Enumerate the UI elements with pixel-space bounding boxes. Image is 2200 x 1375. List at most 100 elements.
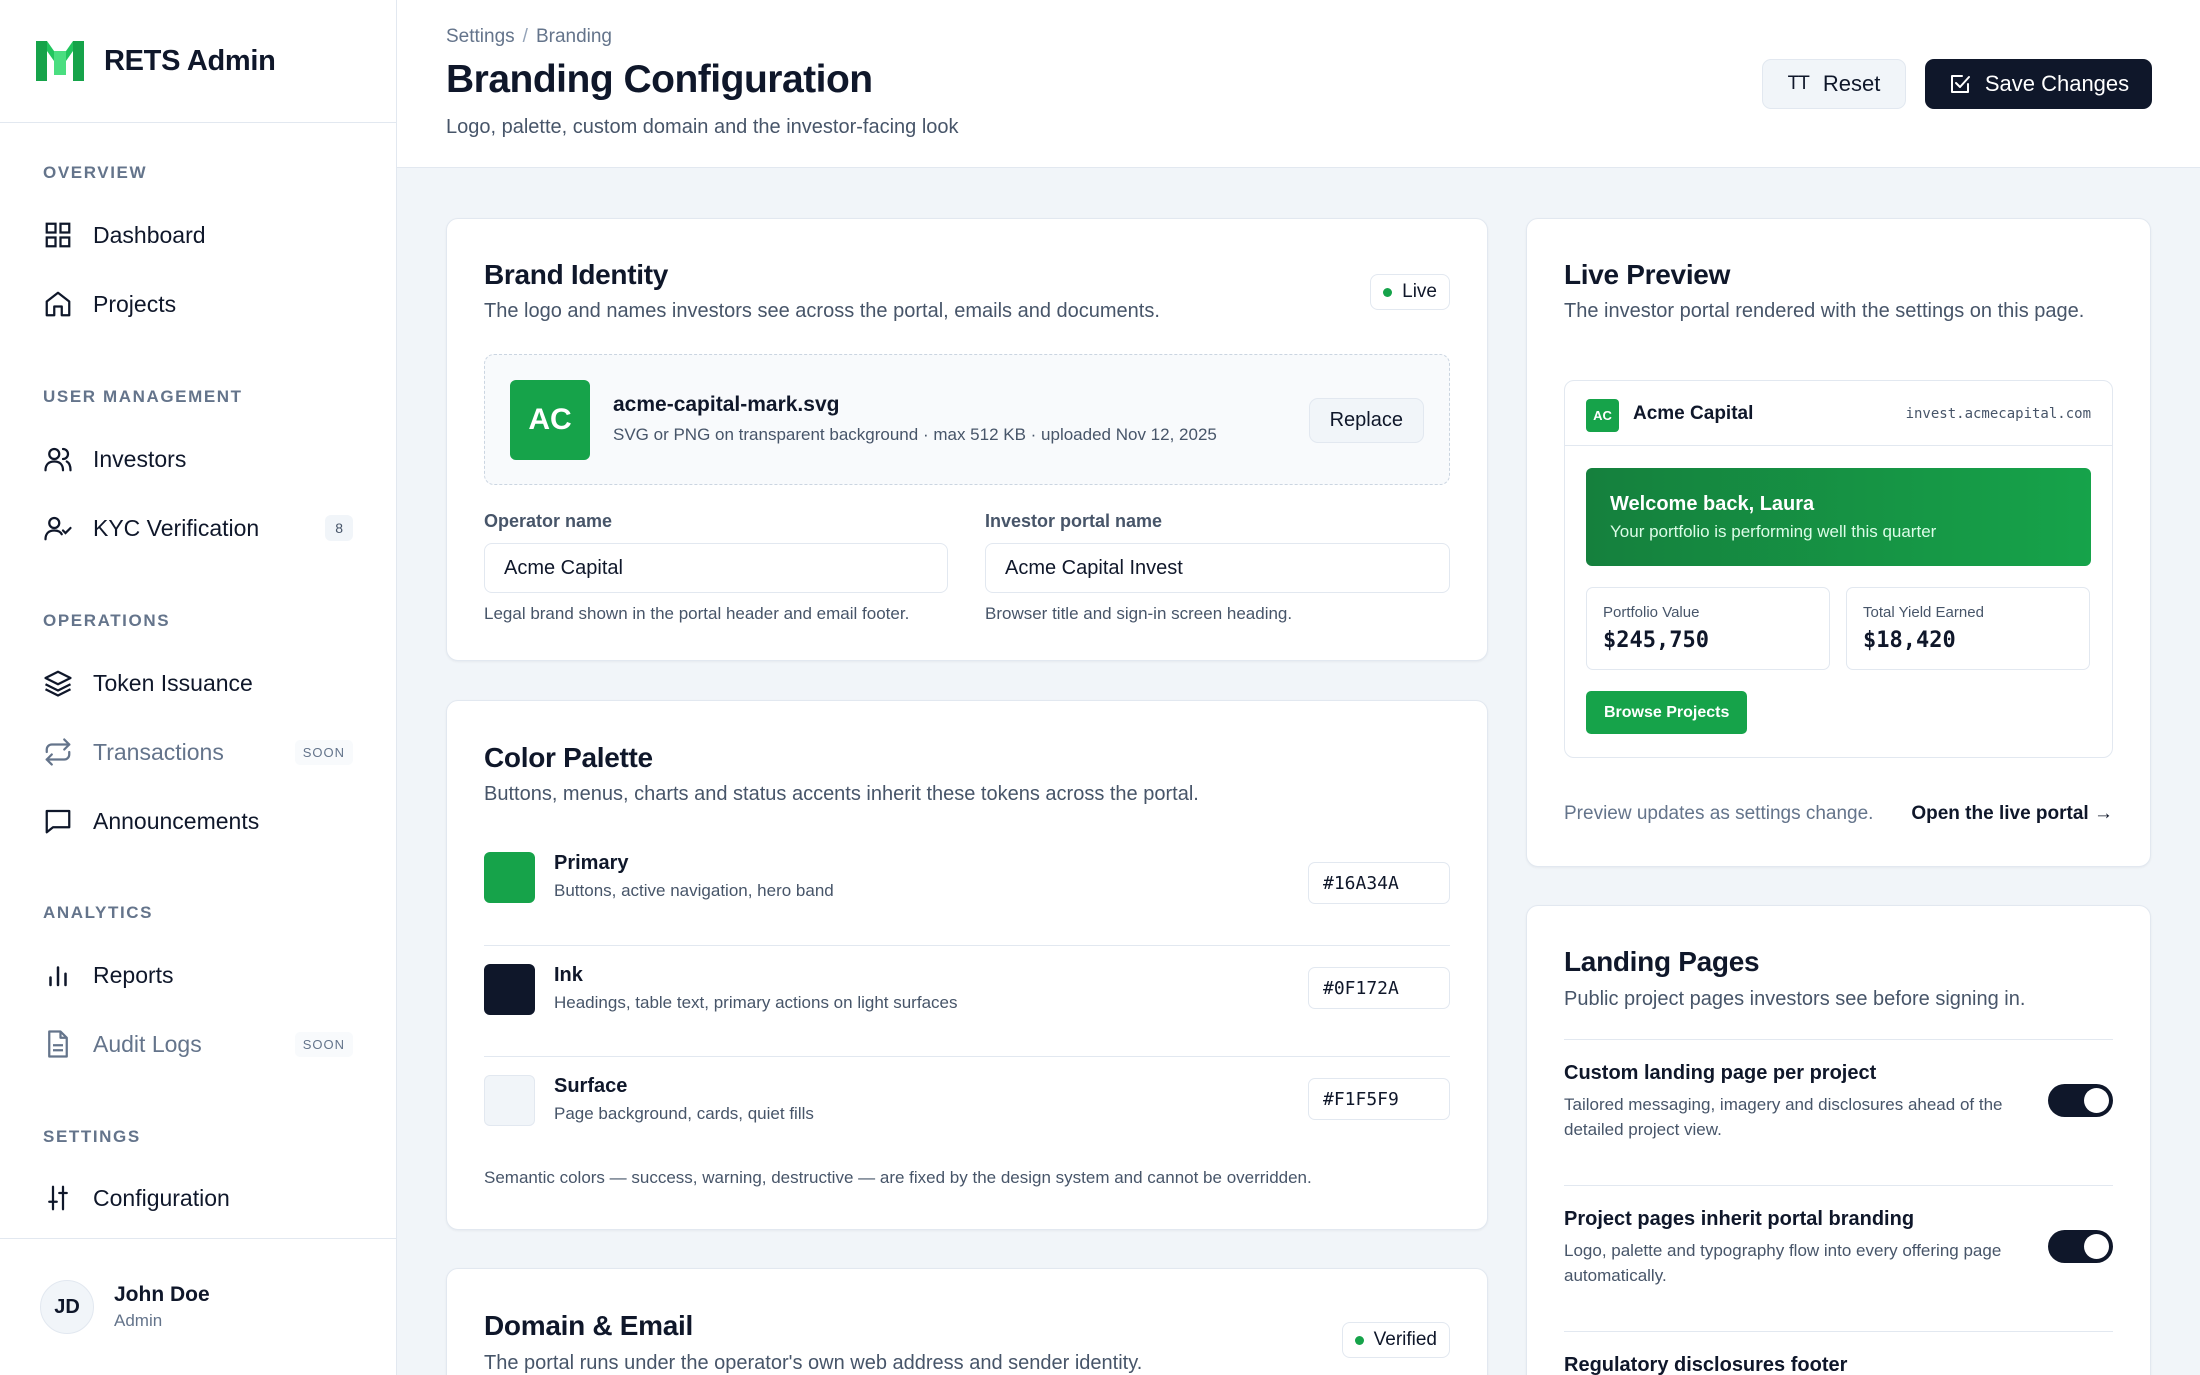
kyc-count-badge: 8 <box>325 515 353 541</box>
stat-label: Total Yield Earned <box>1863 604 1984 621</box>
save-changes-button[interactable]: Save Changes <box>1925 59 2152 109</box>
live-dot-icon <box>1383 287 1393 297</box>
option-title: Project pages inherit portal branding <box>1564 1208 1915 1230</box>
color-row-primary: Primary Buttons, active navigation, hero… <box>484 824 1450 934</box>
sliders-icon <box>48 1185 68 1211</box>
page-header: Settings / Branding Branding Configuration… <box>397 0 2200 168</box>
sidebar-item-label: KYC Verification <box>93 514 260 541</box>
sidebar-item-dashboard[interactable]: Dashboard <box>43 207 353 263</box>
breadcrumb-settings[interactable]: Settings <box>446 26 515 47</box>
color-name: Ink <box>554 964 583 986</box>
sidebar-item-token-issuance[interactable]: Token Issuance <box>43 655 353 711</box>
sidebar-item-transactions[interactable]: Transactions SOON <box>43 724 353 780</box>
preview-stat-yield: Total Yield Earned $18,420 <box>1846 587 2090 670</box>
sidebar-item-investors[interactable]: Investors <box>43 431 353 487</box>
user-check-icon <box>44 516 72 541</box>
hex-input-ink[interactable]: #0F172A <box>1308 967 1450 1009</box>
landing-option-custom-page: Custom landing page per project Tailored… <box>1564 1039 2113 1185</box>
preview-footer-note: Preview updates as settings change. <box>1564 803 1874 824</box>
sidebar-item-label: Reports <box>93 961 174 988</box>
operator-name-input[interactable]: Acme Capital <box>484 543 948 593</box>
nav-section-operations: OPERATIONS <box>43 611 171 630</box>
stat-label: Portfolio Value <box>1603 604 1700 621</box>
brand-header[interactable]: RETS Admin <box>0 0 396 123</box>
preview-hero-band: Welcome back, Laura Your portfolio is pe… <box>1586 468 2091 566</box>
sidebar-item-audit-logs[interactable]: Audit Logs SOON <box>43 1016 353 1072</box>
portal-name-input[interactable]: Acme Capital Invest <box>985 543 1450 593</box>
preview-hero-title: Welcome back, Laura <box>1610 493 1815 515</box>
preview-browse-button: Browse Projects <box>1586 691 1748 734</box>
status-label: Live <box>1402 281 1437 302</box>
check-square-icon <box>1950 75 1970 93</box>
operator-name-label: Operator name <box>484 511 613 531</box>
color-name: Surface <box>554 1075 628 1097</box>
card-description: The investor portal rendered with the se… <box>1564 300 2085 322</box>
home-icon <box>45 291 71 317</box>
sidebar-item-announcements[interactable]: Announcements <box>43 793 353 849</box>
inherit-branding-toggle[interactable] <box>2048 1230 2113 1263</box>
portal-name-label: Investor portal name <box>985 511 1163 531</box>
hex-input-surface[interactable]: #F1F5F9 <box>1308 1078 1450 1120</box>
color-row-ink: Ink Headings, table text, primary action… <box>484 945 1450 1055</box>
operator-name-hint: Legal brand shown in the portal header a… <box>484 604 910 623</box>
sidebar-item-configuration[interactable]: Configuration <box>43 1170 353 1226</box>
logo-preview: AC <box>510 380 590 460</box>
color-row-surface: Surface Page background, cards, quiet fi… <box>484 1056 1450 1166</box>
nav-section-analytics: ANALYTICS <box>43 903 154 922</box>
toggle-knob <box>2084 1234 2109 1259</box>
sidebar-item-projects[interactable]: Projects <box>43 276 353 332</box>
repeat-icon <box>45 738 71 766</box>
open-live-portal-link[interactable]: Open the live portal → <box>1911 803 2113 825</box>
breadcrumb-separator: / <box>522 26 528 47</box>
page-subtitle: Logo, palette, custom domain and the inv… <box>446 116 959 138</box>
preview-header: AC Acme Capital invest.acmecapital.com <box>1565 381 2112 446</box>
option-title: Regulatory disclosures footer <box>1564 1354 1848 1375</box>
custom-landing-toggle[interactable] <box>2048 1084 2113 1117</box>
color-swatch-surface[interactable] <box>484 1075 535 1126</box>
sidebar-item-kyc-verification[interactable]: KYC Verification 8 <box>43 500 353 556</box>
status-badge: Live <box>1370 274 1450 310</box>
landing-option-inherit-branding: Project pages inherit portal branding Lo… <box>1564 1185 2113 1331</box>
sidebar: RETS Admin OVERVIEW Dashboard Projects U… <box>0 0 397 1375</box>
nav-section-settings: SETTINGS <box>43 1127 141 1146</box>
logo-upload-area[interactable]: AC acme-capital-mark.svg SVG or PNG on t… <box>484 354 1450 485</box>
sidebar-item-reports[interactable]: Reports <box>43 947 353 1003</box>
card-description: Buttons, menus, charts and status accent… <box>484 783 1199 805</box>
domain-email-card: Domain & Email The portal runs under the… <box>446 1268 1488 1375</box>
color-description: Page background, cards, quiet fills <box>554 1104 814 1123</box>
replace-logo-button[interactable]: Replace <box>1308 398 1424 443</box>
color-name: Primary <box>554 852 629 874</box>
landing-option-disclosures-footer: Regulatory disclosures footer <box>1564 1331 2113 1375</box>
text-type-icon: TT <box>1787 73 1810 94</box>
brand-identity-card: Brand Identity The logo and names invest… <box>446 218 1488 661</box>
color-swatch-ink[interactable] <box>484 964 535 1015</box>
stat-value: $18,420 <box>1863 628 1956 653</box>
app-name: RETS Admin <box>104 44 276 77</box>
nav-section-overview: OVERVIEW <box>43 163 148 182</box>
users-icon <box>44 447 72 472</box>
status-label: Verified <box>1373 1329 1437 1350</box>
card-description: The portal runs under the operator's own… <box>484 1352 1143 1374</box>
card-description: The logo and names investors see across … <box>484 300 1160 322</box>
palette-note: Semantic colors — success, warning, dest… <box>484 1168 1312 1187</box>
file-text-icon <box>48 1030 68 1058</box>
stat-value: $245,750 <box>1603 628 1709 653</box>
color-swatch-primary[interactable] <box>484 852 535 903</box>
grid-icon <box>45 222 71 248</box>
sidebar-item-label: Token Issuance <box>93 669 253 696</box>
status-badge: Verified <box>1341 1322 1450 1358</box>
preview-hero-subtitle: Your portfolio is performing well this q… <box>1610 522 1937 541</box>
avatar: JD <box>40 1280 94 1334</box>
verified-dot-icon <box>1354 1335 1364 1345</box>
color-palette-card: Color Palette Buttons, menus, charts and… <box>446 700 1488 1230</box>
user-role: Admin <box>114 1311 163 1330</box>
hex-input-primary[interactable]: #16A34A <box>1308 862 1450 904</box>
card-title: Landing Pages <box>1564 946 1760 977</box>
bar-chart-icon <box>49 966 67 987</box>
reset-button[interactable]: TT Reset <box>1762 59 1906 109</box>
card-description: Public project pages investors see befor… <box>1564 988 2026 1010</box>
color-description: Headings, table text, primary actions on… <box>554 993 958 1012</box>
preview-domain: invest.acmecapital.com <box>1905 406 2091 422</box>
sidebar-item-label: Dashboard <box>93 221 206 248</box>
user-profile[interactable]: JD John Doe Admin <box>0 1238 396 1375</box>
